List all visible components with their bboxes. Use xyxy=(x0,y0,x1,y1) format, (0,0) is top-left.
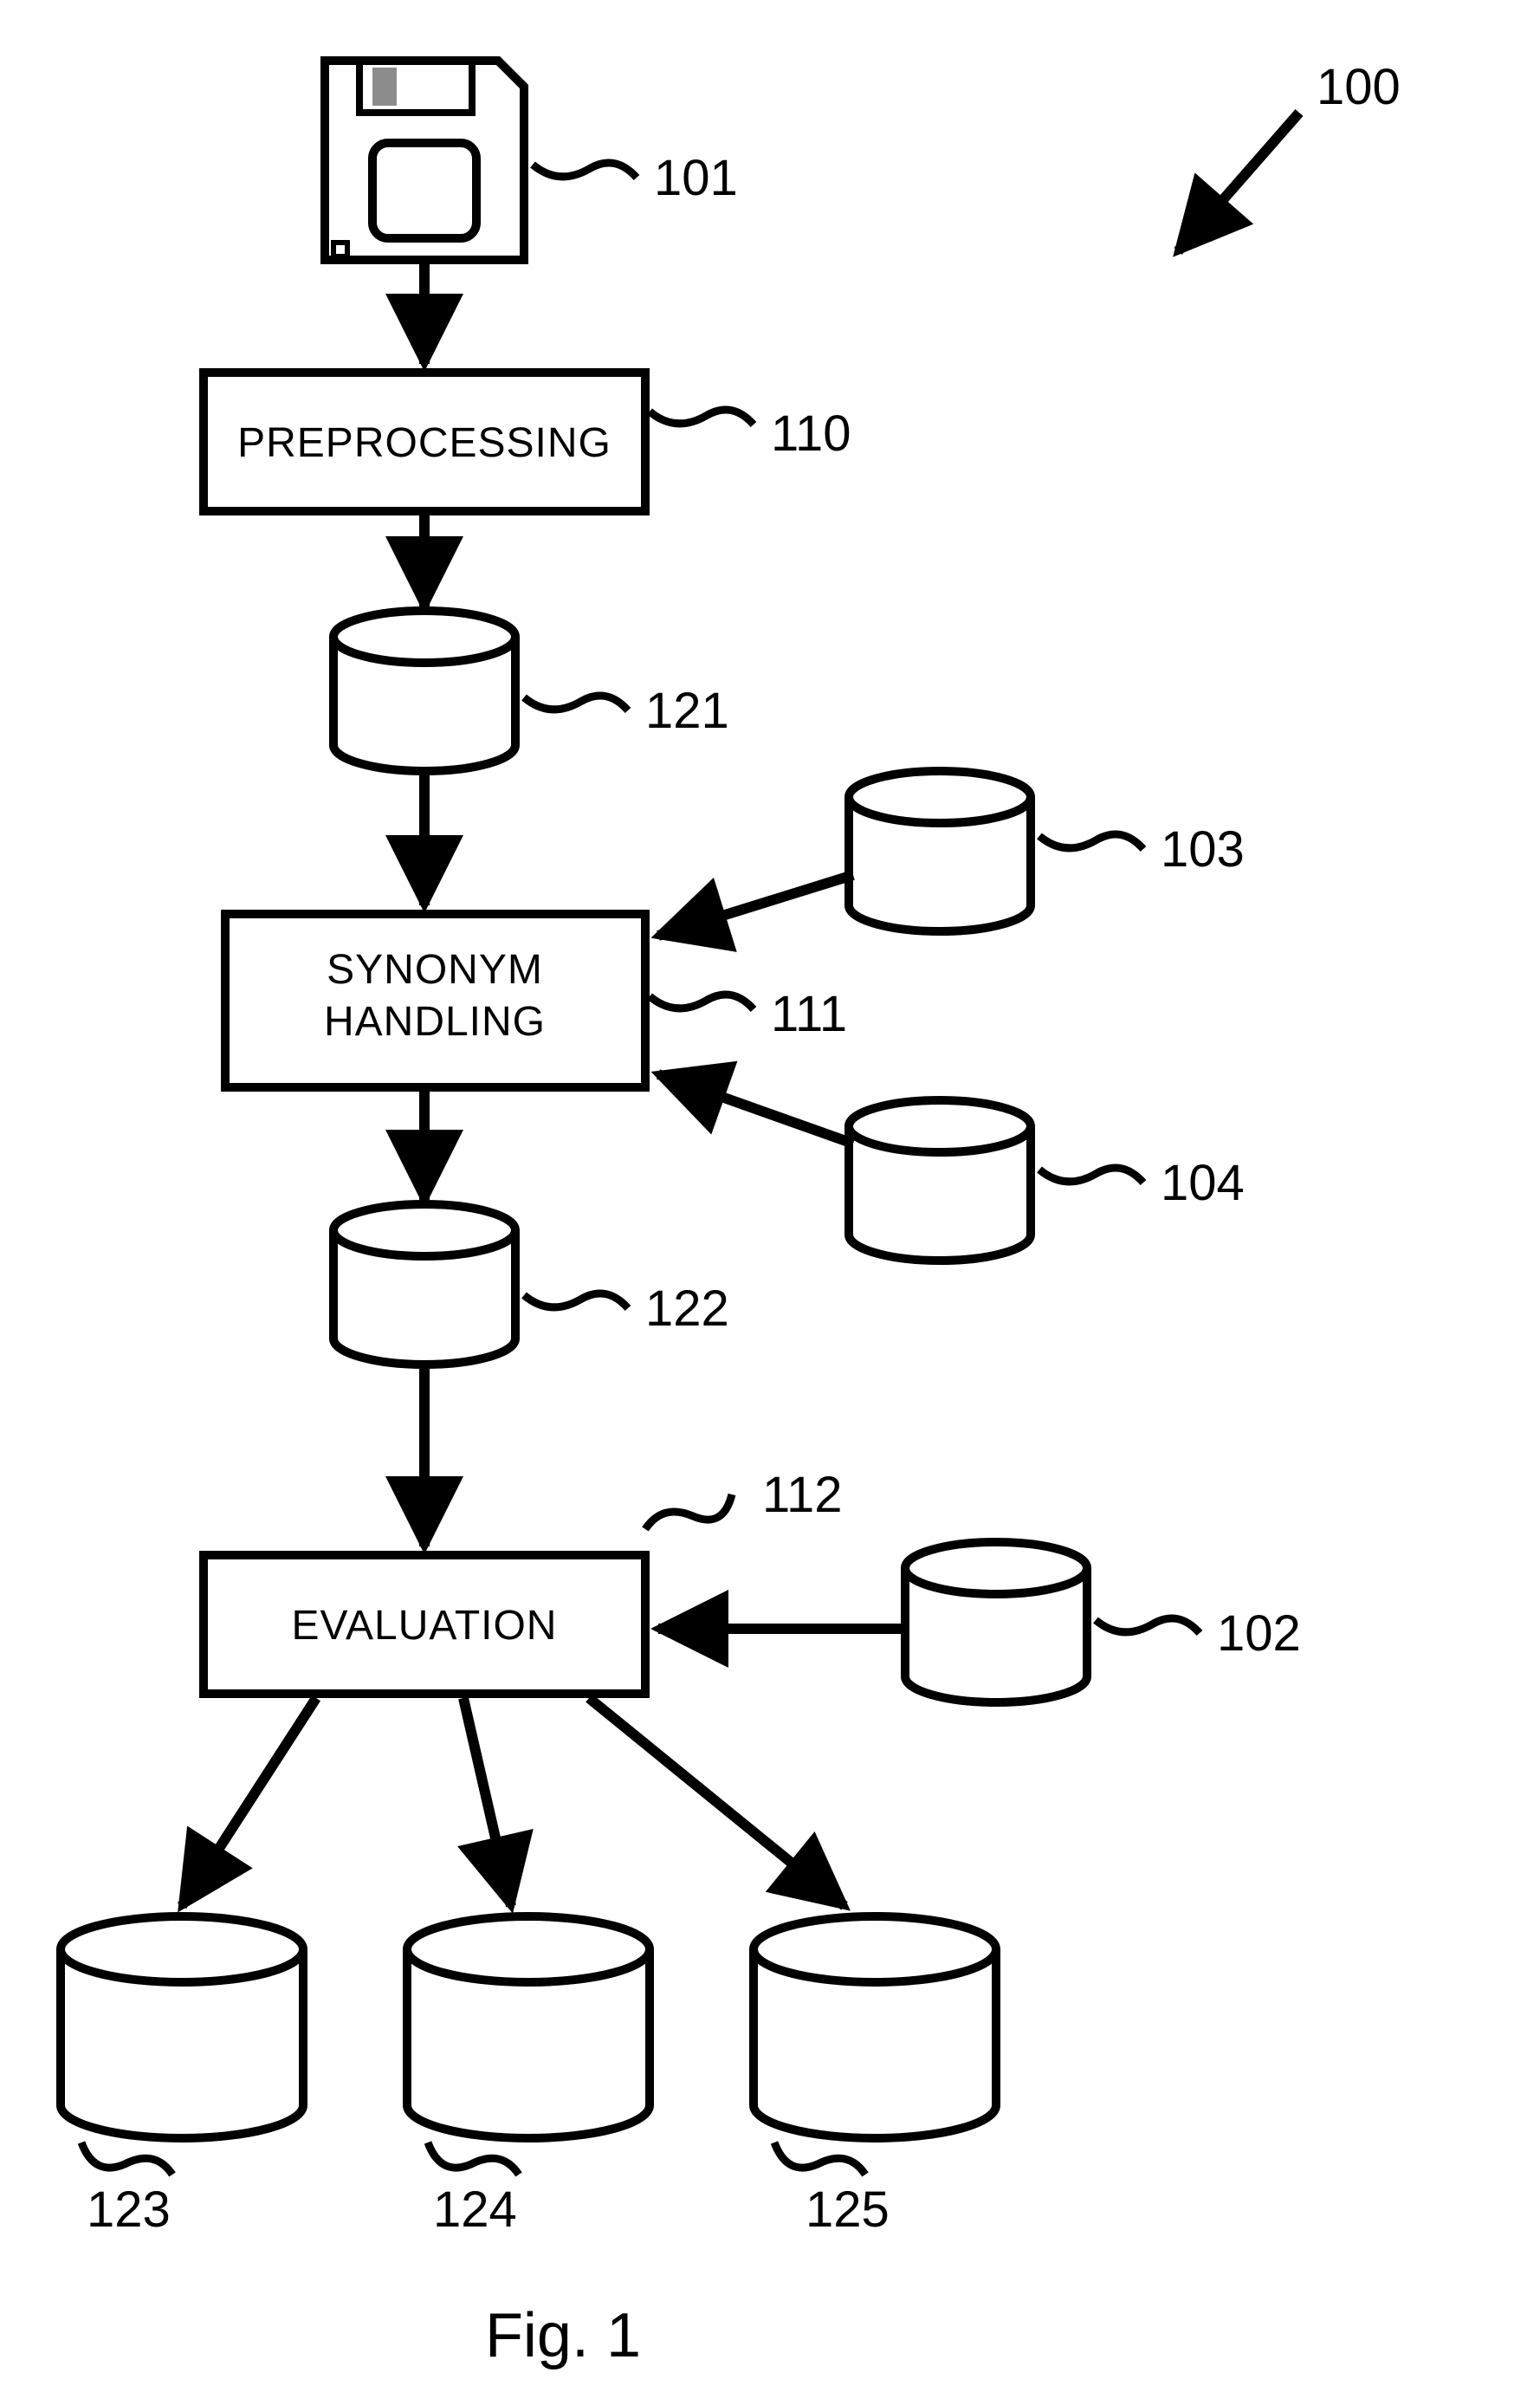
ref-label-103: 103 xyxy=(1161,821,1245,878)
label-synonym-1: SYNONYM xyxy=(327,947,543,993)
arrow-eval-to-125 xyxy=(589,1698,844,1906)
leader-103 xyxy=(1039,834,1143,849)
label-evaluation: EVALUATION xyxy=(292,1603,558,1649)
leader-124 xyxy=(428,2142,519,2175)
db-125 xyxy=(754,1916,996,2138)
ref-label-111: 111 xyxy=(771,986,847,1042)
ref-label-125: 125 xyxy=(806,2181,890,2238)
db-122 xyxy=(333,1204,515,1365)
leader-104 xyxy=(1039,1168,1143,1183)
arrow-104-to-syn xyxy=(658,1074,853,1144)
db-124 xyxy=(407,1916,650,2138)
db-103 xyxy=(849,771,1031,931)
floppy-icon xyxy=(325,61,524,260)
leader-122 xyxy=(524,1293,628,1308)
ref-label-100: 100 xyxy=(1317,59,1401,115)
ref-label-112: 112 xyxy=(762,1467,842,1523)
diagram-canvas: 100 101 PREPROCESSING 110 121 103 SYN xyxy=(0,0,1540,2405)
ref-label-124: 124 xyxy=(433,2181,517,2238)
db-121 xyxy=(333,611,515,771)
arrow-eval-to-123 xyxy=(182,1698,316,1906)
title-ref-arrow xyxy=(1178,113,1299,251)
db-104 xyxy=(849,1100,1031,1261)
db-102 xyxy=(905,1542,1087,1702)
ref-label-102: 102 xyxy=(1217,1605,1301,1662)
ref-label-101: 101 xyxy=(654,150,738,206)
ref-label-110: 110 xyxy=(771,405,851,462)
leader-112 xyxy=(645,1494,732,1529)
leader-110 xyxy=(650,410,754,425)
ref-label-104: 104 xyxy=(1161,1155,1245,1211)
ref-label-121: 121 xyxy=(645,683,729,739)
ref-label-122: 122 xyxy=(645,1280,729,1337)
label-synonym-2: HANDLING xyxy=(324,999,546,1045)
figure-caption: Fig. 1 xyxy=(485,2301,641,2370)
arrow-103-to-syn xyxy=(658,875,853,936)
ref-label-123: 123 xyxy=(87,2181,171,2238)
arrow-eval-to-124 xyxy=(463,1698,511,1906)
leader-101 xyxy=(533,163,637,178)
db-123 xyxy=(61,1916,303,2138)
label-preprocessing: PREPROCESSING xyxy=(237,420,611,466)
leader-102 xyxy=(1096,1618,1200,1633)
leader-121 xyxy=(524,696,628,710)
leader-111 xyxy=(650,995,754,1009)
leader-125 xyxy=(774,2142,865,2175)
leader-123 xyxy=(81,2142,172,2175)
